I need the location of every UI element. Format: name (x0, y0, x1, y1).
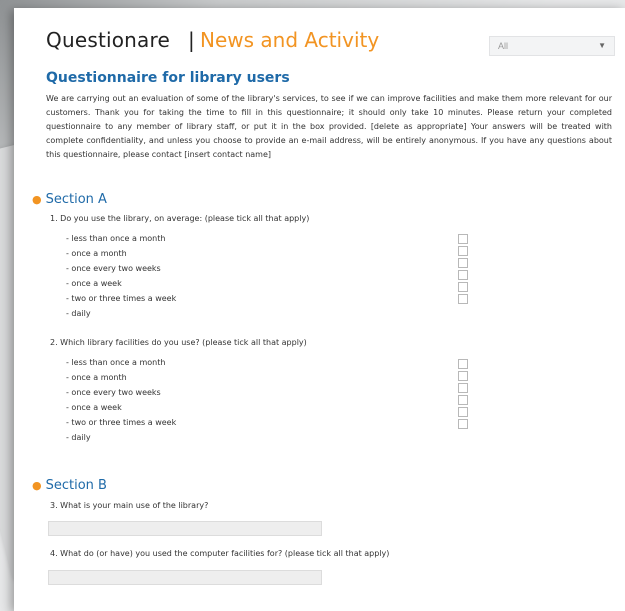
q1-option: - once a week (66, 279, 122, 288)
q1-checkbox[interactable] (458, 294, 468, 304)
q1-option: - once a month (66, 249, 127, 258)
q2-option: - once every two weeks (66, 388, 161, 397)
chevron-down-icon: ▼ (598, 41, 606, 50)
q2-option: - less than once a month (66, 358, 166, 367)
questionnaire-page: Questionare | News and Activity All ▼ Qu… (14, 8, 625, 611)
q1-checkbox[interactable] (458, 282, 468, 292)
question-1: 1. Do you use the library, on average: (… (50, 214, 310, 223)
q1-option: - daily (66, 309, 91, 318)
q2-option: - once a week (66, 403, 122, 412)
q2-checkbox[interactable] (458, 371, 468, 381)
q2-option: - two or three times a week (66, 418, 177, 427)
bullet-dot-icon: ● (32, 479, 42, 492)
question-4: 4. What do (or have) you used the comput… (50, 549, 390, 558)
filter-dropdown[interactable]: All ▼ (489, 36, 615, 56)
q2-option: - daily (66, 433, 91, 442)
section-b-title: Section B (45, 478, 107, 493)
question-3: 3. What is your main use of the library? (50, 501, 209, 510)
q1-checkbox[interactable] (458, 246, 468, 256)
question-2: 2. Which library facilities do you use? … (50, 338, 307, 347)
q1-checkbox[interactable] (458, 258, 468, 268)
page-header: Questionare | News and Activity All ▼ (46, 24, 616, 64)
title-separator: | (188, 28, 195, 52)
filter-value: All (498, 41, 509, 51)
q2-checkbox[interactable] (458, 407, 468, 417)
q2-checkbox[interactable] (458, 395, 468, 405)
q1-option: - once every two weeks (66, 264, 161, 273)
q1-option: - less than once a month (66, 234, 166, 243)
q2-checkbox[interactable] (458, 383, 468, 393)
bullet-dot-icon: ● (32, 193, 42, 206)
q2-checkbox[interactable] (458, 359, 468, 369)
section-a-title: Section A (45, 192, 107, 207)
intro-block: Questionnaire for library users We are c… (46, 70, 612, 162)
q1-checkbox[interactable] (458, 234, 468, 244)
q3-answer-field[interactable] (48, 521, 322, 536)
section-a-heading: ● Section A (32, 192, 107, 207)
intro-text: We are carrying out an evaluation of som… (46, 94, 612, 159)
q2-checkbox[interactable] (458, 419, 468, 429)
q4-answer-field[interactable] (48, 570, 322, 585)
q1-checkbox[interactable] (458, 270, 468, 280)
intro-title: Questionnaire for library users (46, 70, 290, 86)
page-title: Questionare (46, 28, 170, 52)
q2-option: - once a month (66, 373, 127, 382)
section-b-heading: ● Section B (32, 478, 107, 493)
q1-option: - two or three times a week (66, 294, 177, 303)
page-subtitle: News and Activity (200, 28, 380, 52)
